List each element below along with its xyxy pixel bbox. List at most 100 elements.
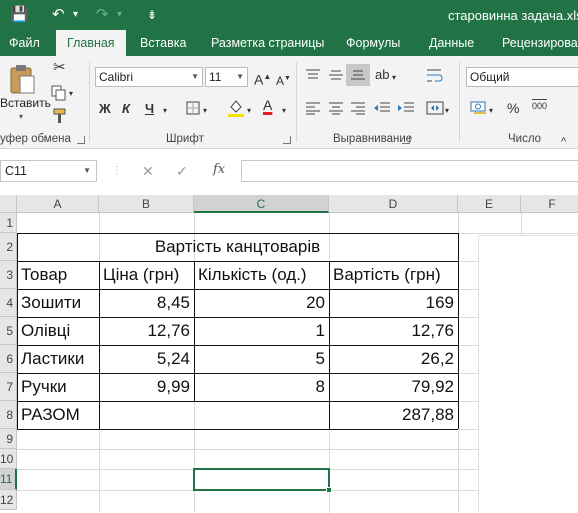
cancel-icon[interactable]: ✕ <box>142 163 154 180</box>
tab-page-layout[interactable]: Разметка страницы <box>202 30 333 56</box>
customize-quick-access-icon[interactable]: ⇟ <box>147 5 157 25</box>
formula-input[interactable] <box>241 160 578 182</box>
row-header-6[interactable]: 6 <box>0 345 17 373</box>
tab-review[interactable]: Рецензирова <box>493 30 578 56</box>
font-launcher-icon[interactable] <box>283 136 291 144</box>
copy-dropdown-icon[interactable]: ▾ <box>69 86 73 102</box>
borders-dropdown-icon[interactable]: ▾ <box>203 103 207 119</box>
row-header-7[interactable]: 7 <box>0 373 17 401</box>
paste-button[interactable]: Вставить ▾ <box>0 60 51 126</box>
currency-dropdown-icon[interactable]: ▾ <box>489 103 493 119</box>
table-cell[interactable]: 5,24 <box>99 345 194 373</box>
table-title[interactable]: Вартість канцтоварів <box>17 233 458 261</box>
header-cell-item[interactable]: Товар <box>17 261 99 289</box>
merge-center-icon[interactable] <box>426 100 444 116</box>
header-cell-quantity[interactable]: Кількість (од.) <box>194 261 329 289</box>
table-cell[interactable]: 12,76 <box>99 317 194 345</box>
wrap-text-icon[interactable] <box>426 68 444 84</box>
clipboard-launcher-icon[interactable] <box>77 136 85 144</box>
column-header-c[interactable]: C <box>194 195 329 213</box>
row-header-3[interactable]: 3 <box>0 261 17 289</box>
total-value-cell[interactable]: 287,88 <box>329 401 458 429</box>
decrease-font-icon[interactable]: A▼ <box>276 71 291 89</box>
tab-file[interactable]: Файл <box>0 30 49 56</box>
align-top-icon[interactable] <box>305 68 321 82</box>
embedded-object-frame[interactable] <box>478 235 578 513</box>
decrease-indent-icon[interactable] <box>373 101 391 115</box>
orientation-dropdown-icon[interactable]: ▾ <box>392 70 396 86</box>
total-label-cell[interactable]: РАЗОМ <box>17 401 99 429</box>
header-cell-price[interactable]: Ціна (грн) <box>99 261 194 289</box>
increase-indent-icon[interactable] <box>397 101 415 115</box>
table-cell[interactable]: 12,76 <box>329 317 458 345</box>
table-cell[interactable]: 1 <box>194 317 329 345</box>
row-header-9[interactable]: 9 <box>0 429 17 449</box>
column-header-b[interactable]: B <box>99 195 194 213</box>
column-header-d[interactable]: D <box>329 195 458 213</box>
currency-format-icon[interactable] <box>470 99 488 115</box>
table-cell[interactable]: 169 <box>329 289 458 317</box>
alignment-launcher-icon[interactable] <box>402 136 410 144</box>
table-cell[interactable]: 26,2 <box>329 345 458 373</box>
number-format-select[interactable]: Общий <box>466 67 578 87</box>
selected-cell-c11[interactable] <box>193 468 330 491</box>
header-cell-cost[interactable]: Вартість (грн) <box>329 261 458 289</box>
font-color-dropdown-icon[interactable]: ▾ <box>282 103 286 119</box>
underline-button[interactable]: Ч <box>145 101 154 117</box>
table-cell[interactable]: 8,45 <box>99 289 194 317</box>
comma-style-button[interactable]: 000 <box>532 99 548 112</box>
table-cell[interactable]: Зошити <box>17 289 99 317</box>
format-painter-icon[interactable] <box>52 108 68 124</box>
table-cell[interactable]: Ластики <box>17 345 99 373</box>
row-header-2[interactable]: 2 <box>0 233 17 261</box>
cut-icon[interactable]: ✂ <box>53 60 66 76</box>
redo-dropdown-icon[interactable]: ▾ <box>117 5 122 25</box>
undo-dropdown-icon[interactable]: ▾ <box>73 5 78 25</box>
align-middle-icon[interactable] <box>328 68 344 82</box>
tab-data[interactable]: Данные <box>420 30 483 56</box>
row-header-1[interactable]: 1 <box>0 213 17 233</box>
fill-color-icon[interactable] <box>227 98 245 118</box>
font-name-select[interactable]: Calibri ▼ <box>95 67 203 87</box>
font-color-icon[interactable]: A <box>263 97 272 113</box>
merge-dropdown-icon[interactable]: ▾ <box>445 103 449 119</box>
fill-handle[interactable] <box>326 487 332 493</box>
tab-formulas[interactable]: Формулы <box>337 30 409 56</box>
align-left-icon[interactable] <box>305 101 321 115</box>
collapse-ribbon-icon[interactable]: ^ <box>561 134 566 150</box>
table-cell[interactable]: 9,99 <box>99 373 194 401</box>
tab-insert[interactable]: Вставка <box>131 30 195 56</box>
save-icon[interactable]: 💾 <box>10 5 29 25</box>
table-cell[interactable]: 5 <box>194 345 329 373</box>
align-right-icon[interactable] <box>350 101 366 115</box>
font-size-select[interactable]: 11 ▼ <box>205 67 248 87</box>
table-cell[interactable]: 20 <box>194 289 329 317</box>
name-box[interactable]: C11 ▼ <box>0 160 97 182</box>
orientation-icon[interactable]: ab <box>375 67 389 83</box>
table-cell[interactable]: Олівці <box>17 317 99 345</box>
table-cell[interactable]: Ручки <box>17 373 99 401</box>
insert-function-icon[interactable]: fx <box>213 162 225 177</box>
align-center-icon[interactable] <box>328 101 344 115</box>
align-bottom-button[interactable] <box>346 64 370 86</box>
redo-icon[interactable]: ↷ <box>96 5 109 25</box>
borders-icon[interactable] <box>186 101 200 115</box>
row-header-4[interactable]: 4 <box>0 289 17 317</box>
table-cell[interactable]: 8 <box>194 373 329 401</box>
bold-button[interactable]: Ж <box>99 101 111 117</box>
column-header-e[interactable]: E <box>458 195 521 213</box>
underline-dropdown-icon[interactable]: ▾ <box>163 103 167 119</box>
row-header-11[interactable]: 11 <box>0 469 17 490</box>
copy-icon[interactable] <box>51 85 67 101</box>
row-header-5[interactable]: 5 <box>0 317 17 345</box>
tab-home[interactable]: Главная <box>56 30 126 56</box>
column-header-f[interactable]: F <box>521 195 578 213</box>
undo-icon[interactable]: ↶ <box>52 5 65 25</box>
row-header-10[interactable]: 10 <box>0 449 17 469</box>
table-cell[interactable]: 79,92 <box>329 373 458 401</box>
row-header-12[interactable]: 12 <box>0 490 17 510</box>
enter-icon[interactable]: ✓ <box>176 163 188 180</box>
column-header-a[interactable]: A <box>17 195 99 213</box>
fill-color-dropdown-icon[interactable]: ▾ <box>247 103 251 119</box>
paste-dropdown-icon[interactable]: ▾ <box>19 112 23 121</box>
